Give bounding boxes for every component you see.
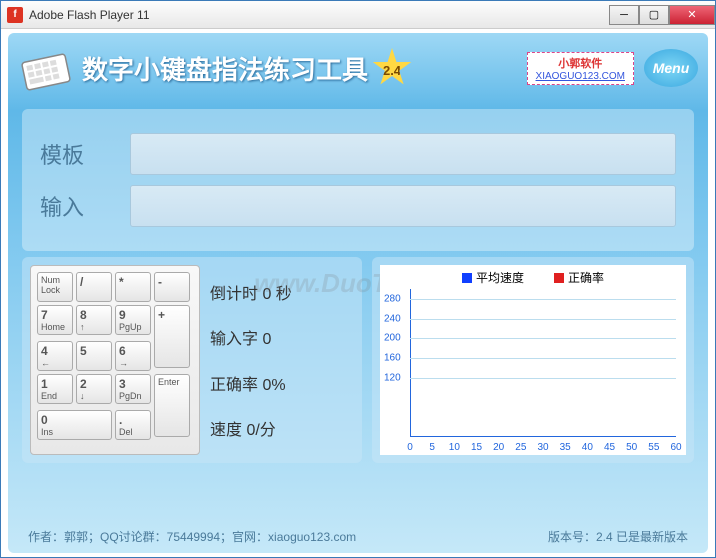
key-plus[interactable]: +: [154, 305, 190, 368]
version-star-icon: 2.4: [372, 48, 412, 88]
legend-speed: 平均速度: [462, 269, 524, 286]
client-area: 数字小键盘指法练习工具 2.4 小郭软件 XIAOGUO123.COM Menu…: [1, 29, 715, 557]
footer-author: 作者：郭郭；QQ讨论群：75449994；官网：xiaoguo123.com: [28, 528, 356, 545]
key-4[interactable]: 4←: [37, 341, 73, 371]
minimize-button[interactable]: ─: [609, 5, 639, 25]
stat-typed: 输入字 0: [210, 325, 354, 349]
keypad-panel: Num Lock / * - 7Home 8↑ 9PgUp: [22, 257, 362, 463]
input-row: 输入: [40, 185, 676, 227]
titlebar: f Adobe Flash Player 11 ─ ▢ ✕: [1, 1, 715, 29]
brand-url: XIAOGUO123.COM: [536, 71, 625, 82]
app-content: 数字小键盘指法练习工具 2.4 小郭软件 XIAOGUO123.COM Menu…: [8, 33, 708, 553]
window-title: Adobe Flash Player 11: [29, 8, 609, 22]
key-slash[interactable]: /: [76, 272, 112, 302]
template-row: 模板: [40, 133, 676, 175]
brand-link[interactable]: 小郭软件 XIAOGUO123.COM: [527, 52, 634, 85]
chart-legend: 平均速度 正确率: [380, 269, 686, 286]
template-label: 模板: [40, 138, 130, 170]
stat-speed: 速度 0/分: [210, 416, 354, 440]
menu-button[interactable]: Menu: [644, 49, 698, 87]
practice-panel: 模板 输入: [22, 109, 694, 251]
key-8[interactable]: 8↑: [76, 305, 112, 335]
key-numlock[interactable]: Num Lock: [37, 272, 73, 302]
input-field[interactable]: [130, 185, 676, 227]
key-dot[interactable]: .Del: [115, 410, 151, 440]
key-6[interactable]: 6→: [115, 341, 151, 371]
app-footer: 作者：郭郭；QQ讨论群：75449994；官网：xiaoguo123.com 版…: [22, 524, 694, 549]
app-header: 数字小键盘指法练习工具 2.4 小郭软件 XIAOGUO123.COM Menu: [8, 33, 708, 103]
key-7[interactable]: 7Home: [37, 305, 73, 335]
performance-chart: 平均速度 正确率 1201602002402800510152025303540…: [380, 265, 686, 455]
template-display: [130, 133, 676, 175]
version-number: 2.4: [383, 63, 401, 78]
bottom-panels: Num Lock / * - 7Home 8↑ 9PgUp: [22, 257, 694, 463]
brand-name: 小郭软件: [536, 55, 625, 71]
stat-accuracy: 正确率 0%: [210, 371, 354, 395]
stats-panel: 倒计时 0 秒 输入字 0 正确率 0% 速度 0/分: [210, 265, 354, 455]
app-title: 数字小键盘指法练习工具: [82, 50, 368, 87]
key-minus[interactable]: -: [154, 272, 190, 302]
flash-icon: f: [7, 7, 23, 23]
stat-countdown: 倒计时 0 秒: [210, 280, 354, 304]
chart-panel: 平均速度 正确率 1201602002402800510152025303540…: [372, 257, 694, 463]
numeric-keypad: Num Lock / * - 7Home 8↑ 9PgUp: [30, 265, 200, 455]
window-controls: ─ ▢ ✕: [609, 5, 715, 25]
legend-accuracy: 正确率: [554, 269, 604, 286]
key-9[interactable]: 9PgUp: [115, 305, 151, 335]
maximize-button[interactable]: ▢: [639, 5, 669, 25]
key-5[interactable]: 5: [76, 341, 112, 371]
app-window: f Adobe Flash Player 11 ─ ▢ ✕ 数字小键盘指法练习工…: [0, 0, 716, 558]
key-2[interactable]: 2↓: [76, 374, 112, 404]
key-enter[interactable]: Enter: [154, 374, 190, 437]
footer-version: 版本号：2.4 已是最新版本: [548, 528, 688, 545]
key-1[interactable]: 1End: [37, 374, 73, 404]
key-0[interactable]: 0Ins: [37, 410, 112, 440]
close-button[interactable]: ✕: [669, 5, 715, 25]
keyboard-icon: [18, 44, 74, 92]
key-3[interactable]: 3PgDn: [115, 374, 151, 404]
input-label: 输入: [40, 190, 130, 222]
chart-axes: [410, 289, 676, 437]
key-star[interactable]: *: [115, 272, 151, 302]
